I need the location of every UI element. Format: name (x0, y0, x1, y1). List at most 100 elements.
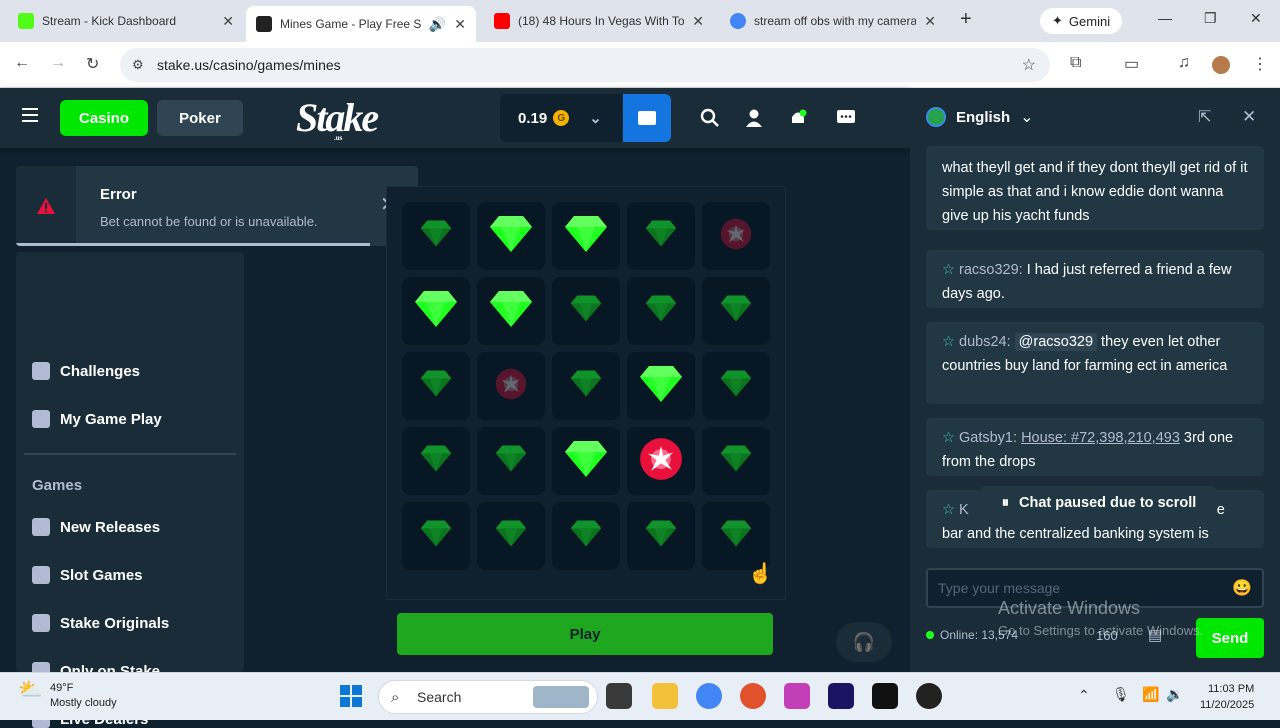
taskbar-search[interactable]: ⌕ Search (378, 680, 598, 714)
chat-username[interactable]: Gatsby1 (959, 430, 1013, 446)
send-button[interactable]: Send (1196, 618, 1264, 658)
forward-icon[interactable]: → (50, 54, 66, 72)
sidebar-item-challenges[interactable]: Challenges (32, 362, 140, 380)
language-selector[interactable]: English (956, 109, 1010, 126)
close-icon[interactable]: ✕ (692, 13, 704, 30)
mine-tile-gem-dim[interactable] (627, 277, 695, 345)
mine-tile-gem-dim[interactable] (402, 502, 470, 570)
windows-start-icon[interactable] (340, 685, 362, 707)
wallet-button[interactable] (623, 94, 671, 142)
browser-menu-icon[interactable]: ⋮ (1252, 54, 1268, 74)
weather-widget[interactable]: ⛅ 49°F Mostly cloudy (18, 680, 117, 711)
balance-selector[interactable]: 0.19 G ⌄ (500, 94, 622, 142)
tab-kick-dashboard[interactable]: Stream - Kick Dashboard ✕ (8, 6, 244, 36)
chevron-up-icon[interactable]: ⌃ (1078, 687, 1090, 704)
gem-icon (489, 289, 533, 334)
sidebar-item-my-game-play[interactable]: My Game Play (32, 410, 162, 428)
duckduckgo-icon[interactable] (740, 683, 766, 709)
task-view-icon[interactable] (606, 683, 632, 709)
poker-button[interactable]: Poker (157, 100, 243, 136)
window-close-icon[interactable]: ✕ (1250, 10, 1262, 27)
search-icon[interactable] (698, 106, 722, 130)
chat-icon[interactable] (834, 106, 858, 130)
mine-tile-mine-dim[interactable] (702, 202, 770, 270)
mine-tile-gem-dim[interactable] (402, 202, 470, 270)
mine-tile-gem[interactable] (477, 202, 545, 270)
emoji-icon[interactable]: 😀 (1232, 578, 1252, 598)
url-field[interactable]: ⚙ stake.us/casino/games/mines ☆ (120, 48, 1050, 82)
mine-tile-gem-dim[interactable] (477, 427, 545, 495)
casino-button[interactable]: Casino (60, 100, 148, 136)
mine-tile-gem-dim[interactable] (702, 427, 770, 495)
gem-icon (639, 364, 683, 409)
creative-app-icon[interactable] (784, 683, 810, 709)
reload-icon[interactable]: ↻ (86, 54, 99, 74)
menu-hamburger-icon[interactable] (22, 108, 38, 122)
mine-tile-gem[interactable] (402, 277, 470, 345)
notification-bell-icon[interactable] (786, 106, 810, 130)
sidebar-item-new-releases[interactable]: New Releases (32, 518, 160, 536)
volume-icon[interactable]: 🔉 (1166, 686, 1183, 703)
chat-username[interactable]: racso329 (959, 262, 1019, 278)
mine-tile-gem-dim[interactable] (702, 502, 770, 570)
mine-tile-gem-dim[interactable] (702, 352, 770, 420)
chat-link[interactable]: House: #72,398,210,493 (1021, 430, 1180, 446)
restore-icon[interactable]: ❐ (1204, 10, 1217, 27)
stake-logo[interactable]: Stake .us (296, 94, 379, 142)
taskbar-clock[interactable]: 11:03 PM 11/20/2025 (1200, 681, 1254, 713)
mine-tile-gem-dim[interactable] (552, 352, 620, 420)
profile-avatar[interactable] (1212, 56, 1230, 74)
back-icon[interactable]: ← (14, 54, 30, 72)
site-info-icon[interactable]: ⚙ (132, 57, 144, 73)
sidebar-item-slot-games[interactable]: Slot Games (32, 566, 143, 584)
chevron-down-icon[interactable]: ⌄ (1020, 107, 1033, 127)
premiere-icon[interactable] (828, 683, 854, 709)
chat-paused-banner[interactable]: ⏸ Chat paused due to scroll (982, 486, 1216, 520)
wifi-icon[interactable]: 📶 (1142, 686, 1159, 703)
mine-tile-mine[interactable] (627, 427, 695, 495)
mine-tile-gem-dim[interactable] (627, 202, 695, 270)
close-icon[interactable]: ✕ (924, 13, 936, 30)
close-icon[interactable]: ✕ (454, 16, 466, 33)
tab-youtube[interactable]: (18) 48 Hours In Vegas With To ✕ (484, 6, 714, 36)
mine-tile-gem-dim[interactable] (627, 502, 695, 570)
tab-mines-game[interactable]: Mines Game - Play Free So 🔊 ✕ (246, 6, 476, 42)
vip-star-icon: ☆ (942, 430, 955, 446)
gemini-button[interactable]: ✦ Gemini (1040, 8, 1123, 34)
support-headset-button[interactable]: 🎧 (836, 622, 892, 662)
mine-tile-gem-dim[interactable] (702, 277, 770, 345)
mine-tile-gem-dim[interactable] (402, 352, 470, 420)
new-tab-icon[interactable]: + (960, 8, 972, 31)
chrome-icon[interactable] (696, 683, 722, 709)
mine-tile-mine-dim[interactable] (477, 352, 545, 420)
cast-icon[interactable]: ▭ (1124, 54, 1139, 74)
user-icon[interactable] (742, 106, 766, 130)
mine-tile-gem-dim[interactable] (402, 427, 470, 495)
chat-username[interactable]: dubs24 (959, 334, 1007, 350)
mine-tile-gem[interactable] (552, 202, 620, 270)
close-icon[interactable]: ✕ (222, 13, 234, 30)
chat-username[interactable]: K (959, 502, 969, 518)
microphone-icon[interactable]: 🎙 (1112, 686, 1130, 703)
mine-tile-gem-dim[interactable] (552, 277, 620, 345)
extensions-icon[interactable]: ⧉ (1070, 54, 1081, 72)
tab-google-search[interactable]: stream off obs with my camera ✕ (720, 6, 946, 36)
media-control-icon[interactable]: ♫ (1178, 54, 1190, 72)
obs-icon[interactable] (916, 683, 942, 709)
mine-tile-gem[interactable] (552, 427, 620, 495)
mine-tile-gem[interactable] (627, 352, 695, 420)
audio-icon[interactable]: 🔊 (429, 16, 446, 33)
mine-tile-gem-dim[interactable] (477, 502, 545, 570)
mine-tile-gem[interactable] (477, 277, 545, 345)
bookmark-star-icon[interactable]: ☆ (1022, 55, 1036, 75)
file-explorer-icon[interactable] (652, 683, 678, 709)
chat-mention[interactable]: @racso329 (1014, 333, 1098, 351)
close-icon[interactable]: ✕ (1242, 107, 1256, 127)
capcut-icon[interactable] (872, 683, 898, 709)
mine-tile-gem-dim[interactable] (552, 502, 620, 570)
sidebar-item-stake-originals[interactable]: Stake Originals (32, 614, 169, 632)
minimize-icon[interactable]: — (1158, 10, 1172, 26)
popout-icon[interactable]: ⇱ (1198, 107, 1211, 127)
gem-icon (420, 369, 452, 403)
play-button[interactable]: Play (397, 613, 773, 655)
